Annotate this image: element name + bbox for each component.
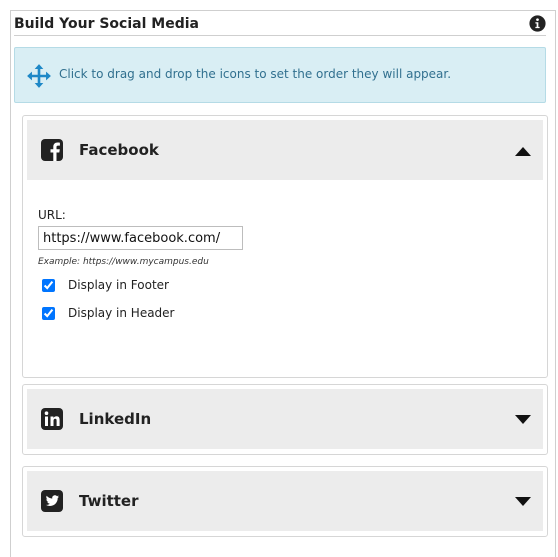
accordion-header-twitter[interactable]: Twitter (27, 471, 543, 531)
url-input[interactable] (38, 226, 243, 250)
url-example: Example: https://www.mycampus.edu (38, 257, 209, 267)
chevron-up-icon[interactable] (515, 146, 531, 156)
display-in-footer-label: Display in Footer (68, 278, 169, 292)
move-arrows-icon (27, 64, 51, 88)
display-in-header-option[interactable]: Display in Header (38, 306, 458, 320)
panel-header: Build Your Social Media (14, 14, 546, 36)
accordion-twitter: Twitter (22, 466, 548, 537)
facebook-settings: URL: Example: https://www.mycampus.edu D… (38, 208, 458, 320)
drag-drop-notice: Click to drag and drop the icons to set … (14, 47, 546, 103)
notice-text: Click to drag and drop the icons to set … (59, 67, 452, 81)
twitter-icon (41, 490, 63, 512)
display-in-header-checkbox[interactable] (42, 306, 55, 320)
chevron-down-icon[interactable] (515, 497, 531, 507)
info-icon[interactable] (529, 15, 546, 32)
chevron-down-icon[interactable] (515, 415, 531, 425)
panel-title: Build Your Social Media (14, 16, 199, 32)
accordion-header-linkedin[interactable]: LinkedIn (27, 389, 543, 449)
display-in-footer-checkbox[interactable] (42, 278, 55, 292)
linkedin-icon (41, 408, 63, 430)
accordion-linkedin: LinkedIn (22, 384, 548, 455)
facebook-icon (41, 139, 63, 161)
display-in-footer-option[interactable]: Display in Footer (38, 278, 458, 292)
accordion-title-linkedin: LinkedIn (79, 410, 152, 428)
accordion-title-facebook: Facebook (79, 141, 159, 159)
display-in-header-label: Display in Header (68, 306, 175, 320)
accordion-header-facebook[interactable]: Facebook (27, 120, 543, 180)
url-label: URL: (38, 208, 66, 222)
accordion-title-twitter: Twitter (79, 492, 139, 510)
accordion-facebook: Facebook URL: Example: https://www.mycam… (22, 115, 548, 378)
